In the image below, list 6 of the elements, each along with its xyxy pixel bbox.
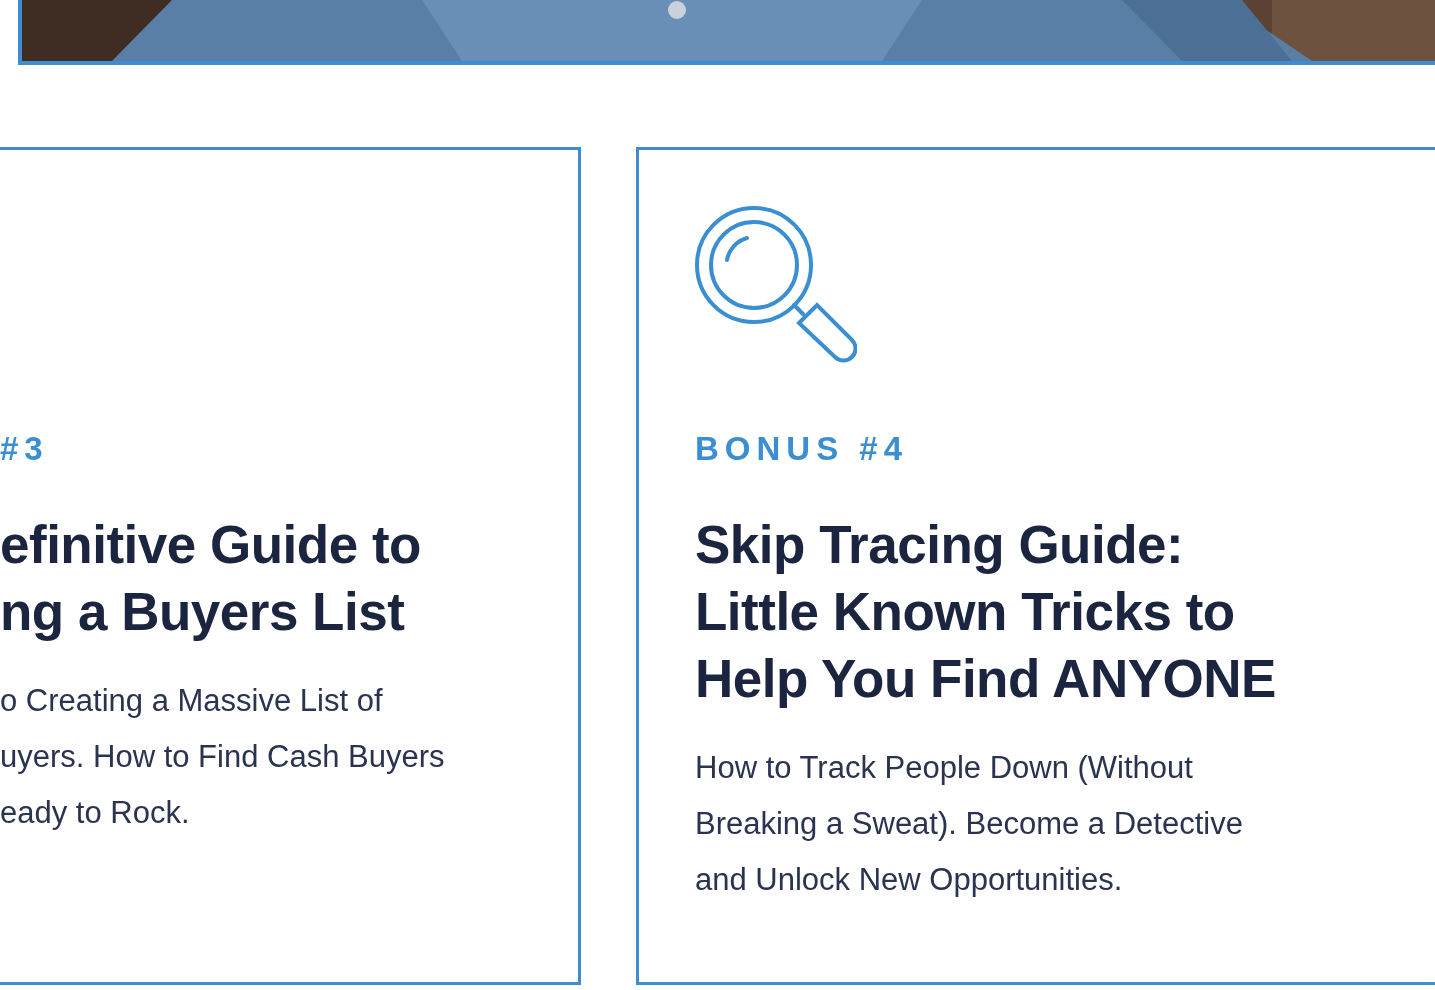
bonus-label: #3 bbox=[0, 429, 49, 469]
card-title: Skip Tracing Guide: Little Known Tricks to Help You Find ANYONE bbox=[695, 514, 1276, 710]
card-description: How to Track People Down (Without Breaking a Sweat). Become a Detective and Unlock New Opportunities. bbox=[695, 749, 1243, 899]
card-title: efinitive Guide to ng a Buyers List bbox=[0, 514, 421, 643]
card-description: o Creating a Massive List of uyers. How to Find Cash Buyers eady to Rock. bbox=[0, 682, 445, 832]
bonus-label: BONUS #4 bbox=[695, 429, 909, 469]
